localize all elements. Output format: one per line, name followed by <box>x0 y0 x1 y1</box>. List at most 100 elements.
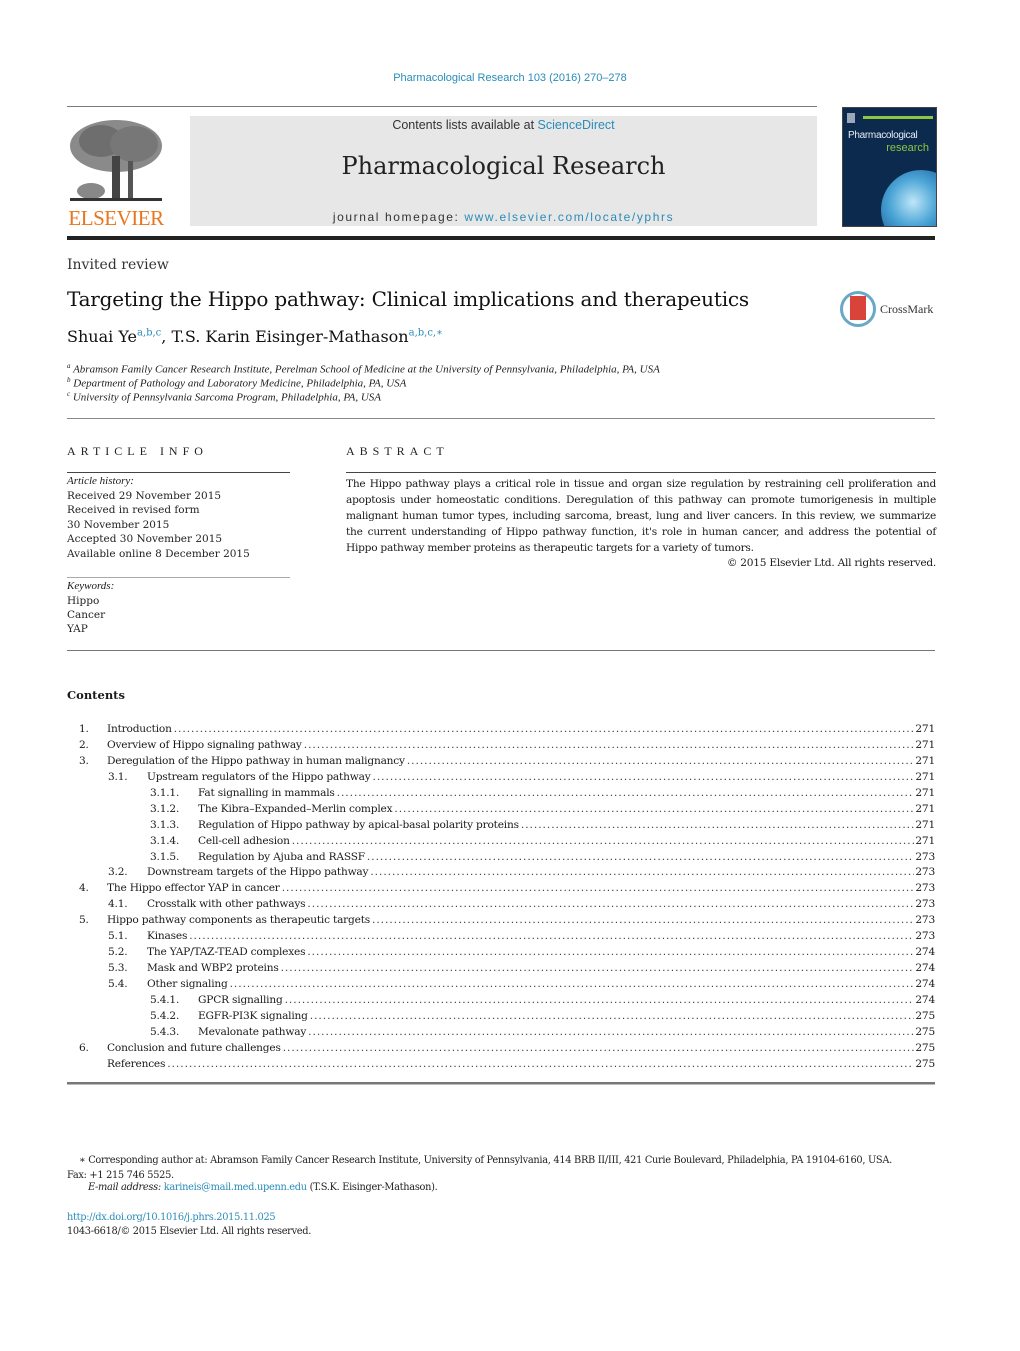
toc-section-title[interactable]: Downstream targets of the Hippo pathway <box>147 864 371 881</box>
toc-page-number[interactable]: 271 <box>914 817 935 833</box>
toc-leader-dots <box>307 896 914 912</box>
toc-entry[interactable]: 5.4.1. GPCR signalling 274 <box>67 991 935 1008</box>
toc-page-number[interactable]: 273 <box>914 849 935 865</box>
email-link[interactable]: karineis@mail.med.upenn.edu <box>164 1182 307 1193</box>
journal-citation-link[interactable]: Pharmacological Research 103 (2016) 270–… <box>0 72 1020 84</box>
corresponding-author-note: ∗ Corresponding author at: Abramson Fami… <box>67 1153 937 1183</box>
toc-page-number[interactable]: 271 <box>914 721 935 737</box>
toc-section-title[interactable]: The Kibra–Expanded–Merlin complex <box>198 800 395 817</box>
fax: Fax: +1 215 746 5525. <box>67 1170 174 1181</box>
toc-leader-dots <box>230 976 915 992</box>
toc-section-title[interactable]: Kinases <box>147 928 190 945</box>
toc-entry[interactable]: 3.1.3. Regulation of Hippo pathway by api… <box>67 816 935 833</box>
author-affiliation-link[interactable]: a,b,c,∗ <box>409 328 443 339</box>
toc-entry[interactable]: 5. Hippo pathway components as therapeuti… <box>67 912 935 929</box>
divider <box>67 577 290 578</box>
toc-section-title[interactable]: Overview of Hippo signaling pathway <box>107 736 304 753</box>
author-separator: , <box>161 327 172 346</box>
toc-section-title[interactable]: The Hippo effector YAP in cancer <box>107 880 282 897</box>
history-item: Available online 8 December 2015 <box>67 548 250 560</box>
cover-logo-icon <box>847 113 855 123</box>
toc-section-title[interactable]: Conclusion and future challenges <box>107 1039 283 1056</box>
toc-page-number[interactable]: 274 <box>914 976 935 992</box>
toc-entry[interactable]: 2. Overview of Hippo signaling pathway 271 <box>67 736 935 753</box>
toc-page-number[interactable]: 273 <box>914 896 935 912</box>
toc-section-title[interactable]: Deregulation of the Hippo pathway in hum… <box>107 752 407 769</box>
homepage-link[interactable]: www.elsevier.com/locate/yphrs <box>464 210 674 224</box>
crossmark-button[interactable]: CrossMark <box>840 291 940 329</box>
author-name[interactable]: T.S. Karin Eisinger-Mathason <box>171 327 408 346</box>
divider <box>67 472 290 473</box>
toc-title-line: The Hippo effector YAP in cancer 273 <box>107 880 935 897</box>
toc-section-title[interactable]: Mevalonate pathway <box>198 1023 309 1040</box>
toc-section-title[interactable]: GPCR signalling <box>198 991 285 1008</box>
toc-entry[interactable]: 1. Introduction 271 <box>67 721 935 737</box>
toc-entry[interactable]: References 275 <box>67 1055 935 1072</box>
toc-page-number[interactable]: 271 <box>914 753 935 769</box>
author-name[interactable]: Shuai Ye <box>67 327 137 346</box>
toc-entry[interactable]: 3.1.5. Regulation by Ajuba and RASSF 273 <box>67 848 935 865</box>
toc-section-title[interactable]: EGFR-PI3K signaling <box>198 1007 310 1024</box>
toc-section-title[interactable]: Cell-cell adhesion <box>198 832 292 849</box>
toc-page-number[interactable]: 275 <box>914 1040 935 1056</box>
history-item: 30 November 2015 <box>67 519 170 531</box>
journal-title: Pharmacological Research <box>341 152 666 180</box>
toc-entry[interactable]: 5.1. Kinases 273 <box>67 928 935 945</box>
toc-leader-dots <box>189 928 914 944</box>
toc-entry[interactable]: 3.1. Upstream regulators of the Hippo pat… <box>67 768 935 785</box>
toc-section-number: 5. <box>79 914 89 927</box>
toc-page-number[interactable]: 274 <box>914 992 935 1008</box>
toc-section-title[interactable]: Regulation of Hippo pathway by apical-ba… <box>198 816 521 833</box>
contents-availability: Contents lists available at ScienceDirec… <box>190 118 817 132</box>
toc-leader-dots <box>304 737 915 753</box>
toc-page-number[interactable]: 273 <box>914 864 935 880</box>
toc-section-title[interactable]: Mask and WBP2 proteins <box>147 960 281 977</box>
toc-page-number[interactable]: 271 <box>914 785 935 801</box>
doi-link[interactable]: http://dx.doi.org/10.1016/j.phrs.2015.11… <box>67 1212 276 1223</box>
toc-entry[interactable]: 4.1. Crosstalk with other pathways 273 <box>67 896 935 913</box>
toc-entry[interactable]: 3.1.1. Fat signalling in mammals 271 <box>67 784 935 801</box>
toc-section-title[interactable]: Upstream regulators of the Hippo pathway <box>147 768 373 785</box>
toc-entry[interactable]: 5.4.3. Mevalonate pathway 275 <box>67 1023 935 1040</box>
toc-entry[interactable]: 4. The Hippo effector YAP in cancer 273 <box>67 880 935 897</box>
toc-entry[interactable]: 5.4.2. EGFR-PI3K signaling 275 <box>67 1007 935 1024</box>
toc-section-title[interactable]: Fat signalling in mammals <box>198 784 337 801</box>
toc-page-number[interactable]: 271 <box>914 769 935 785</box>
toc-page-number[interactable]: 273 <box>914 928 935 944</box>
toc-page-number[interactable]: 275 <box>914 1008 935 1024</box>
toc-section-title[interactable]: Introduction <box>107 721 174 737</box>
toc-leader-dots <box>307 944 914 960</box>
toc-leader-dots <box>310 1008 915 1024</box>
toc-leader-dots <box>337 785 915 801</box>
toc-section-number: 6. <box>79 1041 89 1054</box>
toc-section-title[interactable]: The YAP/TAZ-TEAD complexes <box>147 944 308 961</box>
toc-page-number[interactable]: 274 <box>914 960 935 976</box>
toc-leader-dots <box>372 912 914 928</box>
toc-page-number[interactable]: 275 <box>914 1024 935 1040</box>
toc-page-number[interactable]: 273 <box>914 880 935 896</box>
toc-entry[interactable]: 3.1.2. The Kibra–Expanded–Merlin complex 2… <box>67 800 935 817</box>
toc-section-title[interactable]: Other signaling <box>147 976 230 992</box>
toc-section-title[interactable]: Hippo pathway components as therapeutic … <box>107 912 372 929</box>
toc-page-number[interactable]: 271 <box>914 801 935 817</box>
toc-page-number[interactable]: 273 <box>914 912 935 928</box>
toc-page-number[interactable]: 271 <box>914 737 935 753</box>
affiliation-text: Department of Pathology and Laboratory M… <box>73 377 407 390</box>
toc-page-number[interactable]: 274 <box>914 944 935 960</box>
toc-page-number[interactable]: 275 <box>914 1056 935 1072</box>
toc-section-title[interactable]: References <box>107 1055 168 1072</box>
author-affiliation-link[interactable]: a,b,c <box>137 328 161 339</box>
toc-entry[interactable]: 5.4. Other signaling 274 <box>67 976 935 992</box>
toc-entry[interactable]: 5.2. The YAP/TAZ-TEAD complexes 274 <box>67 944 935 961</box>
journal-cover-image[interactable]: Pharmacological research <box>842 107 937 227</box>
toc-page-number[interactable]: 271 <box>914 833 935 849</box>
toc-entry[interactable]: 5.3. Mask and WBP2 proteins 274 <box>67 960 935 977</box>
toc-entry[interactable]: 3.2. Downstream targets of the Hippo path… <box>67 864 935 881</box>
toc-section-title[interactable]: Regulation by Ajuba and RASSF <box>198 848 367 865</box>
affiliation-key: b <box>67 376 71 384</box>
toc-entry[interactable]: 3.1.4. Cell-cell adhesion 271 <box>67 832 935 849</box>
toc-entry[interactable]: 6. Conclusion and future challenges 275 <box>67 1039 935 1056</box>
sciencedirect-link[interactable]: ScienceDirect <box>538 118 615 132</box>
toc-entry[interactable]: 3. Deregulation of the Hippo pathway in h… <box>67 752 935 769</box>
toc-section-title[interactable]: Crosstalk with other pathways <box>147 896 308 913</box>
